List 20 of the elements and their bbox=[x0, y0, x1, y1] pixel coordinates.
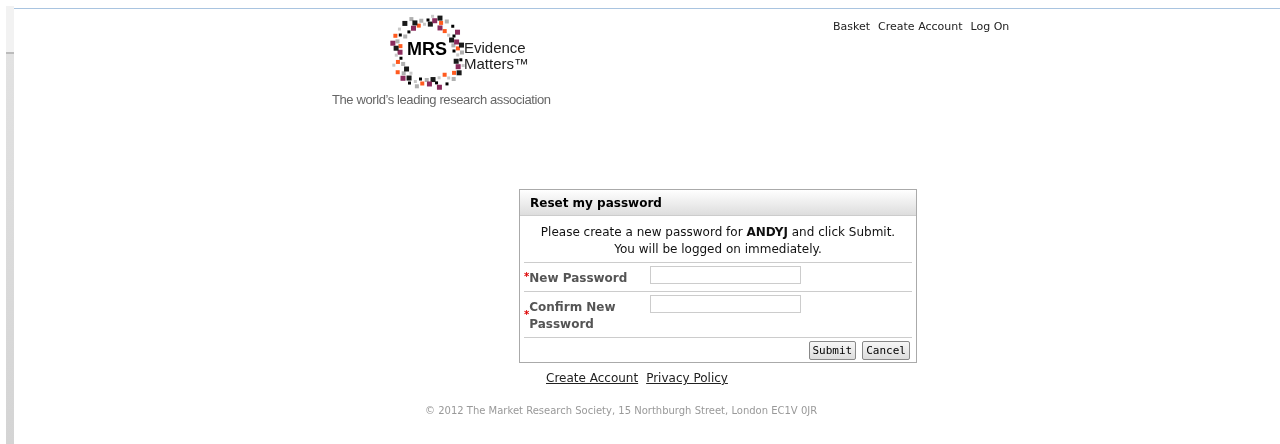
field-label: Confirm New Password bbox=[529, 299, 617, 333]
nav-link[interactable]: Basket bbox=[833, 20, 871, 114]
dialog-message: Please create a new password for ANDYJ and click Submit. You will be logged on immediately. bbox=[524, 216, 912, 263]
nav-link[interactable]: Log On bbox=[970, 20, 1010, 114]
footer-link[interactable]: Privacy Policy bbox=[646, 371, 728, 385]
required-marker: * bbox=[524, 271, 530, 282]
nav-link[interactable]: Create Account bbox=[878, 20, 963, 114]
copyright-text: © 2012 The Market Research Society, 15 Northburgh Street, London EC1V 0JR bbox=[425, 405, 819, 416]
field-label: New Password bbox=[529, 270, 629, 287]
logo-text: Matters™ bbox=[464, 56, 529, 72]
dialog-title: Reset my password bbox=[520, 190, 916, 216]
cancel-button[interactable]: Cancel bbox=[862, 341, 910, 360]
required-marker: * bbox=[524, 308, 530, 320]
password-field[interactable] bbox=[650, 266, 801, 284]
logo-text: Evidence bbox=[464, 40, 527, 56]
footer-link[interactable]: Create Account bbox=[546, 371, 639, 385]
tagline: The world’s leading research association bbox=[332, 92, 552, 107]
submit-button[interactable]: Submit bbox=[808, 341, 857, 360]
scrollbar[interactable] bbox=[6, 6, 14, 444]
password-field[interactable] bbox=[650, 295, 801, 313]
